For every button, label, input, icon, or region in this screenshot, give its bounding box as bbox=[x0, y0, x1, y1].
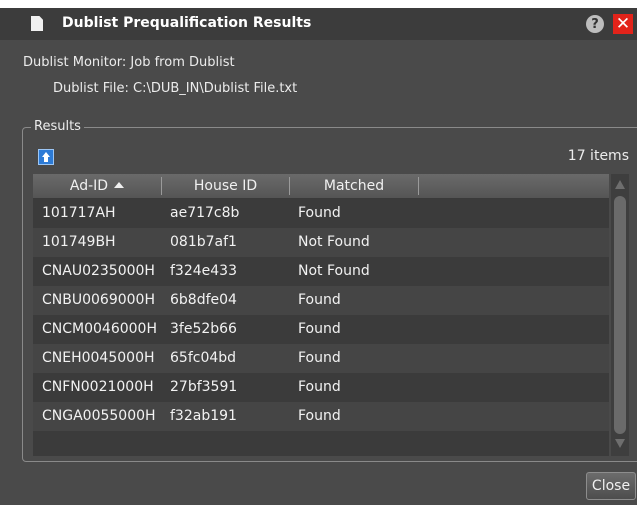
house-id-cell: ae717c8b bbox=[170, 205, 240, 221]
table-row[interactable]: CNGA0055000H f32ab191 Found bbox=[33, 402, 609, 431]
column-header-house-id-label: House ID bbox=[193, 178, 258, 194]
results-table: Ad-ID House ID Matched 101717AH ae717c8b… bbox=[33, 174, 609, 456]
upload-icon[interactable] bbox=[38, 149, 54, 165]
ad-id-cell: CNFN0021000H bbox=[42, 379, 154, 395]
dublist-file-label: Dublist File: C:\DUB_IN\Dublist File.txt bbox=[53, 81, 298, 96]
matched-cell: Found bbox=[298, 350, 341, 366]
item-count-label: 17 items bbox=[567, 148, 629, 164]
ad-id-cell: CNEH0045000H bbox=[42, 350, 155, 366]
house-id-cell: f324e433 bbox=[170, 263, 237, 279]
column-header-matched-label: Matched bbox=[323, 178, 385, 194]
column-header-ad-id[interactable]: Ad-ID bbox=[33, 174, 161, 198]
dialog-window: Dublist Prequalification Results ? ✕ Dub… bbox=[0, 8, 637, 505]
table-row[interactable]: 101717AH ae717c8b Found bbox=[33, 199, 609, 228]
matched-cell: Not Found bbox=[298, 263, 370, 279]
house-id-cell: 6b8dfe04 bbox=[170, 292, 237, 308]
close-button[interactable]: Close bbox=[586, 472, 636, 500]
matched-cell: Found bbox=[298, 379, 341, 395]
scroll-up-arrow-icon[interactable] bbox=[615, 180, 625, 189]
table-row[interactable]: CNEH0045000H 65fc04bd Found bbox=[33, 344, 609, 373]
ad-id-cell: 101717AH bbox=[42, 205, 116, 221]
vertical-scrollbar[interactable] bbox=[611, 174, 629, 456]
ad-id-cell: 101749BH bbox=[42, 234, 116, 250]
matched-cell: Found bbox=[298, 205, 341, 221]
table-row[interactable]: 101749BH 081b7af1 Not Found bbox=[33, 228, 609, 257]
ad-id-cell: CNAU0235000H bbox=[42, 263, 155, 279]
title-bar[interactable]: Dublist Prequalification Results ? ✕ bbox=[0, 8, 637, 40]
house-id-cell: 65fc04bd bbox=[170, 350, 237, 366]
table-header: Ad-ID House ID Matched bbox=[33, 174, 609, 199]
matched-cell: Found bbox=[298, 408, 341, 424]
scroll-thumb[interactable] bbox=[614, 196, 626, 434]
matched-cell: Found bbox=[298, 321, 341, 337]
ad-id-cell: CNCM0046000H bbox=[42, 321, 157, 337]
ad-id-cell: CNBU0069000H bbox=[42, 292, 155, 308]
house-id-cell: 081b7af1 bbox=[170, 234, 237, 250]
scroll-down-arrow-icon[interactable] bbox=[615, 439, 625, 448]
column-divider[interactable] bbox=[418, 177, 419, 195]
table-row-partial[interactable] bbox=[33, 431, 609, 456]
document-icon bbox=[31, 16, 43, 31]
sort-ascending-icon bbox=[114, 182, 125, 188]
table-row[interactable]: CNBU0069000H 6b8dfe04 Found bbox=[33, 286, 609, 315]
house-id-cell: f32ab191 bbox=[170, 408, 237, 424]
column-header-ad-id-label: Ad-ID bbox=[69, 178, 109, 194]
table-row[interactable]: CNFN0021000H 27bf3591 Found bbox=[33, 373, 609, 402]
table-row[interactable]: CNCM0046000H 3fe52b66 Found bbox=[33, 315, 609, 344]
column-header-matched[interactable]: Matched bbox=[290, 174, 418, 198]
column-header-house-id[interactable]: House ID bbox=[162, 174, 289, 198]
close-icon[interactable]: ✕ bbox=[613, 14, 633, 34]
house-id-cell: 3fe52b66 bbox=[170, 321, 237, 337]
results-legend: Results bbox=[31, 119, 84, 134]
house-id-cell: 27bf3591 bbox=[170, 379, 238, 395]
matched-cell: Found bbox=[298, 292, 341, 308]
matched-cell: Not Found bbox=[298, 234, 370, 250]
ad-id-cell: CNGA0055000H bbox=[42, 408, 156, 424]
help-button[interactable]: ? bbox=[586, 15, 604, 33]
dublist-monitor-label: Dublist Monitor: Job from Dublist bbox=[23, 55, 235, 70]
table-row[interactable]: CNAU0235000H f324e433 Not Found bbox=[33, 257, 609, 286]
dialog-title: Dublist Prequalification Results bbox=[62, 15, 312, 31]
